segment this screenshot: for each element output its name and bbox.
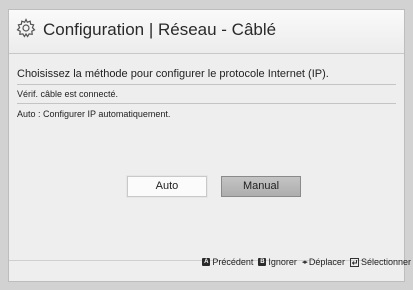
move-hint: ◂▸ Déplacer — [302, 257, 345, 267]
gear-icon — [16, 18, 36, 38]
ignore-hint[interactable]: B Ignorer — [258, 257, 297, 267]
divider — [17, 103, 396, 104]
cable-status-text: Vérif. câble est connecté. — [17, 89, 119, 99]
a-key-icon: A — [202, 258, 211, 266]
manual-button[interactable]: Manual — [221, 176, 301, 197]
instruction-text: Choisissez la méthode pour configurer le… — [17, 68, 329, 80]
divider — [17, 84, 396, 85]
dialog-header: Configuration | Réseau - Câblé — [9, 10, 404, 54]
left-right-arrows-icon: ◂▸ — [301, 259, 308, 266]
move-label: Déplacer — [308, 257, 345, 267]
auto-button[interactable]: Auto — [127, 176, 207, 197]
page-title: Configuration | Réseau - Câblé — [43, 20, 277, 39]
b-key-icon: B — [258, 258, 267, 266]
network-config-dialog: Configuration | Réseau - Câblé Choisisse… — [8, 9, 405, 282]
option-description: Auto : Configurer IP automatiquement. — [17, 109, 171, 119]
ignore-label: Ignorer — [268, 257, 297, 267]
enter-icon — [349, 257, 359, 267]
previous-hint[interactable]: A Précédent — [202, 257, 253, 267]
select-hint: Sélectionner — [349, 257, 411, 267]
footer-hints: A Précédent B Ignorer ◂▸ Déplacer Sélect… — [202, 257, 411, 267]
select-label: Sélectionner — [360, 257, 411, 267]
previous-label: Précédent — [212, 257, 254, 267]
